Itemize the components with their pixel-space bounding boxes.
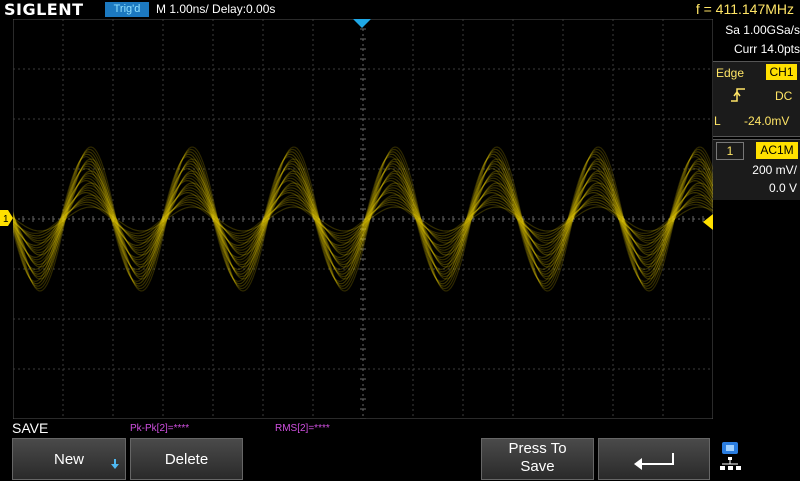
trigger-coupling: DC (775, 89, 793, 103)
trigger-position-marker[interactable] (353, 19, 371, 29)
press-to-save-label: Press To Save (508, 440, 567, 475)
arrow-down-icon (111, 459, 119, 469)
sample-rate: Sa 1.00GSa/s (725, 23, 800, 37)
waveform-display[interactable] (13, 19, 713, 419)
channel-coupling-badge: AC1M (756, 142, 798, 159)
trigger-level-value: -24.0mV (744, 114, 790, 128)
measure-pkpk: Pk-Pk[2]=**** (130, 423, 190, 434)
trigger-source-badge: CH1 (766, 64, 797, 80)
delete-button[interactable]: Delete (130, 438, 243, 480)
trigger-status-badge: Trig'd (105, 2, 149, 17)
return-arrow-icon (634, 453, 674, 470)
trigger-type: Edge (716, 66, 745, 80)
frequency-readout: f = 411.147MHz (695, 1, 794, 17)
trigger-level-marker[interactable] (703, 214, 713, 230)
return-button[interactable] (598, 438, 710, 480)
press-to-save-button[interactable]: Press To Save (481, 438, 594, 480)
brand-logo: SIGLENT (4, 0, 84, 19)
network-icon[interactable] (718, 440, 744, 476)
channel-number: 1 (716, 142, 744, 160)
new-button[interactable]: New (12, 438, 126, 480)
delete-button-label: Delete (164, 451, 209, 468)
timebase-readout: M 1.00ns/ Delay:0.00s (156, 2, 276, 16)
vertical-scale: 200 mV/ (752, 163, 797, 177)
rising-edge-icon (731, 88, 745, 102)
vertical-offset: 0.0 V (768, 181, 797, 195)
ch1-offset-marker[interactable]: 1 (0, 210, 13, 226)
measure-rms: RMS[2]=**** (275, 423, 330, 434)
menu-title: SAVE (12, 420, 49, 436)
ch1-marker-label: 1 (3, 214, 9, 225)
trigger-level-label: L (714, 114, 721, 128)
memory-depth: Curr 14.0pts (733, 42, 800, 56)
